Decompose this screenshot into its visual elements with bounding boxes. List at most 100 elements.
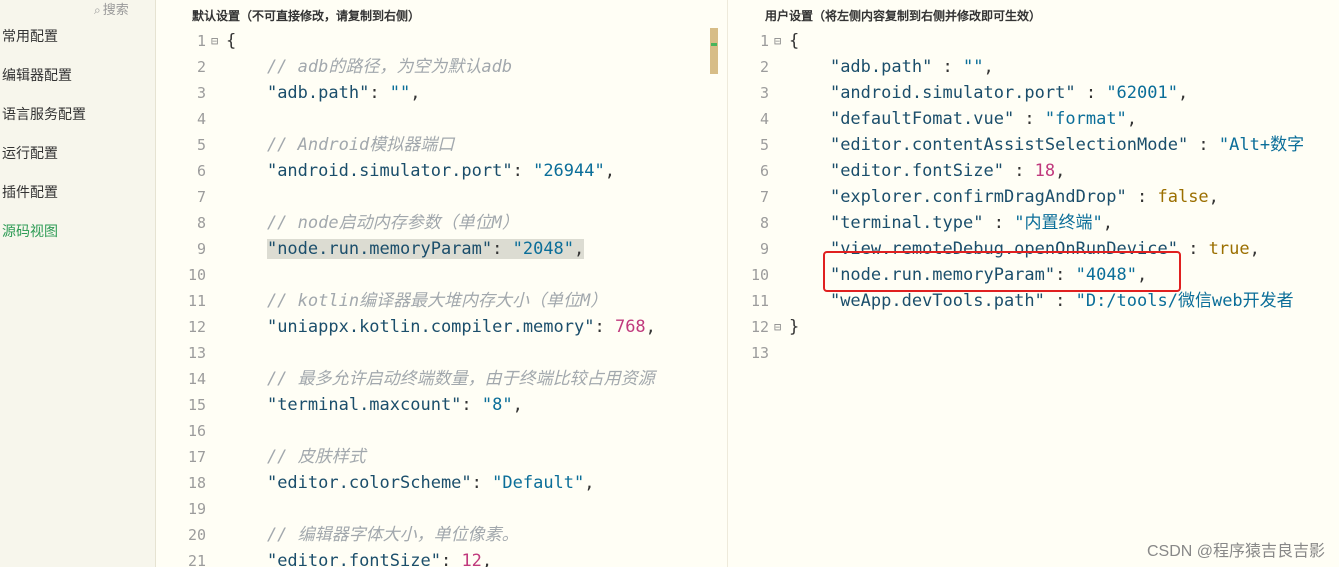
code-token: :: [512, 161, 534, 181]
code-token: :: [1126, 187, 1158, 207]
sidebar-item[interactable]: 插件配置: [0, 182, 86, 221]
line-number: 3: [196, 84, 206, 102]
user-settings-header: 用户设置（将左侧内容复制到右侧并修改即可生效）: [765, 9, 1042, 23]
fold-toggle-icon[interactable]: ⊟: [774, 28, 781, 54]
code-line[interactable]: 4: [156, 106, 726, 132]
scrollbar-thumb[interactable]: [710, 28, 718, 74]
code-content: // 最多允许启动终端数量，由于终端比较占用资源: [226, 366, 655, 392]
line-number: 16: [187, 422, 206, 440]
line-number: 13: [750, 344, 769, 362]
code-line[interactable]: 19: [156, 496, 726, 522]
code-token: ,: [410, 83, 421, 103]
code-token: "android.simulator.port": [829, 83, 1076, 103]
search-label: 搜索: [102, 2, 129, 17]
code-token: ,: [983, 57, 994, 77]
code-line[interactable]: 14 // 最多允许启动终端数量，由于终端比较占用资源: [156, 366, 726, 392]
code-line[interactable]: 4 "defaultFomat.vue" : "format",: [728, 106, 1339, 132]
code-token: :: [1014, 109, 1045, 129]
code-line[interactable]: 12 ⊟}: [728, 314, 1339, 340]
code-token: {: [789, 31, 800, 51]
code-line[interactable]: 9 "node.run.memoryParam": "2048",: [156, 236, 726, 262]
line-number: 20: [187, 526, 206, 544]
code-token: :: [369, 83, 390, 103]
code-token: "weApp.devTools.path": [829, 291, 1045, 311]
code-token: "adb.path": [266, 83, 370, 103]
code-token: ,: [645, 317, 656, 337]
line-number: 9: [196, 240, 206, 258]
code-line[interactable]: 3 "adb.path": "",: [156, 80, 726, 106]
code-line[interactable]: 15 "terminal.maxcount": "8",: [156, 392, 726, 418]
code-token: "terminal.type": [829, 213, 984, 233]
code-token: :: [461, 395, 482, 415]
code-line[interactable]: 2 // adb的路径，为空为默认adb: [156, 54, 726, 80]
code-content: "editor.contentAssistSelectionMode" : "A…: [789, 132, 1304, 158]
code-line[interactable]: 6 "editor.fontSize" : 18,: [728, 158, 1339, 184]
line-number: 19: [187, 500, 206, 518]
code-line[interactable]: 7: [156, 184, 726, 210]
code-line[interactable]: 16: [156, 418, 726, 444]
code-line[interactable]: 5 // Android模拟器端口: [156, 132, 726, 158]
code-token: "": [389, 83, 411, 103]
code-line[interactable]: 1 ⊟ {: [728, 28, 1339, 54]
sidebar-item[interactable]: 源码视图: [0, 221, 86, 260]
code-line[interactable]: 8 // node启动内存参数（单位M）: [156, 210, 726, 236]
search-button[interactable]: ⌕ 搜索: [94, 0, 129, 18]
code-line[interactable]: 10: [156, 262, 726, 288]
code-token: "editor.fontSize": [829, 161, 1004, 181]
sidebar-item[interactable]: 运行配置: [0, 143, 86, 182]
scrollbar-change-marker: [711, 43, 717, 46]
sidebar-item[interactable]: 常用配置: [0, 26, 86, 65]
code-line[interactable]: 20 // 编辑器字体大小，单位像素。: [156, 522, 726, 548]
code-token: // kotlin编译器最大堆内存大小（单位M）: [226, 291, 608, 311]
code-line[interactable]: 12 "uniappx.kotlin.compiler.memory": 768…: [156, 314, 726, 340]
code-token: :: [471, 473, 493, 493]
code-token: :: [1003, 161, 1035, 181]
code-token: "Alt+数字: [1218, 135, 1305, 155]
code-line[interactable]: 21 "editor.fontSize": 12,: [156, 548, 726, 567]
line-number: 11: [750, 292, 769, 310]
code-token: "editor.contentAssistSelectionMode": [829, 135, 1189, 155]
code-line[interactable]: 18 "editor.colorScheme": "Default",: [156, 470, 726, 496]
code-line[interactable]: 13: [156, 340, 726, 366]
code-line[interactable]: 5 "editor.contentAssistSelectionMode" : …: [728, 132, 1339, 158]
code-token: 12: [461, 551, 482, 567]
code-line[interactable]: 17 // 皮肤样式: [156, 444, 726, 470]
code-token: :: [983, 213, 1015, 233]
code-token: "62001": [1106, 83, 1178, 103]
code-token: "8": [481, 395, 513, 415]
sidebar-nav: 常用配置 编辑器配置 语言服务配置 运行配置 插件配置 源码视图: [0, 26, 86, 260]
code-token: "explorer.confirmDragAndDrop": [829, 187, 1127, 207]
sidebar-item[interactable]: 编辑器配置: [0, 65, 86, 104]
code-line[interactable]: 7 "explorer.confirmDragAndDrop" : false,: [728, 184, 1339, 210]
code-line[interactable]: 13: [728, 340, 1339, 366]
code-token: :: [440, 551, 462, 567]
fold-toggle-icon[interactable]: ⊟: [774, 314, 781, 340]
code-token: "format": [1044, 109, 1127, 129]
code-content: }: [789, 314, 799, 340]
code-token: :: [492, 239, 513, 259]
line-number: 18: [187, 474, 206, 492]
scrollbar-track[interactable]: [710, 27, 718, 567]
fold-toggle-icon[interactable]: ⊟: [211, 28, 218, 54]
code-line[interactable]: 6 "android.simulator.port": "26944",: [156, 158, 726, 184]
line-number: 4: [196, 110, 206, 128]
code-line[interactable]: 11 // kotlin编译器最大堆内存大小（单位M）: [156, 288, 726, 314]
line-number: 10: [187, 266, 206, 284]
line-number: 5: [759, 136, 769, 154]
code-line[interactable]: 1 ⊟ {: [156, 28, 726, 54]
sidebar-item[interactable]: 语言服务配置: [0, 104, 86, 143]
line-number: 6: [759, 162, 769, 180]
code-token: "D:/tools/微信web开发者: [1075, 291, 1294, 311]
code-token: ,: [512, 395, 523, 415]
code-token: ,: [1055, 161, 1066, 181]
code-content: // Android模拟器端口: [226, 132, 454, 158]
code-line[interactable]: 3 "android.simulator.port" : "62001",: [728, 80, 1339, 106]
code-content: "adb.path": "",: [226, 80, 421, 106]
code-line[interactable]: 2 "adb.path" : "",: [728, 54, 1339, 80]
code-line[interactable]: 8 "terminal.type" : "内置终端",: [728, 210, 1339, 236]
